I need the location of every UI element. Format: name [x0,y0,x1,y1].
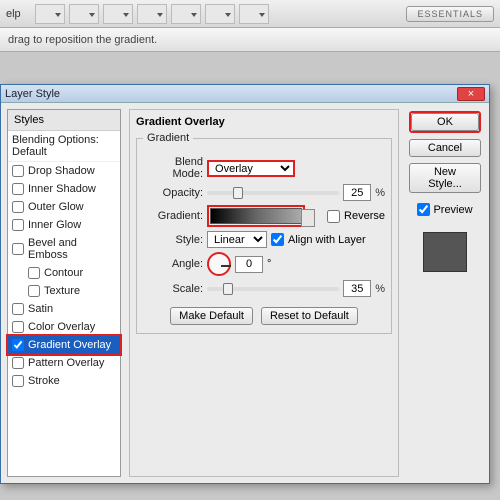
style-label: Style: [143,234,203,246]
dialog-title: Layer Style [5,88,457,100]
cancel-button[interactable]: Cancel [409,139,481,157]
style-color-overlay[interactable]: Color Overlay [8,318,120,336]
options-bar: drag to reposition the gradient. [0,28,500,52]
style-contour[interactable]: Contour [8,264,120,282]
checkbox-texture[interactable] [28,285,40,297]
toolbar-icon-7[interactable] [239,4,269,24]
gradient-label: Gradient: [143,210,203,222]
checkbox-contour[interactable] [28,267,40,279]
styles-list: Styles Blending Options: Default Drop Sh… [7,109,121,477]
toolbar-icon-4[interactable] [137,4,167,24]
gradient-group: Gradient Blend Mode: Overlay Opacity: % … [136,132,392,334]
checkbox-pattern-overlay[interactable] [12,357,24,369]
style-pattern-overlay[interactable]: Pattern Overlay [8,354,120,372]
scale-slider[interactable] [207,287,339,291]
checkbox-satin[interactable] [12,303,24,315]
toolbar-icon-3[interactable] [103,4,133,24]
reverse-label: Reverse [344,210,385,222]
style-drop-shadow[interactable]: Drop Shadow [8,162,120,180]
new-style-button[interactable]: New Style... [409,163,481,193]
style-outer-glow[interactable]: Outer Glow [8,198,120,216]
checkbox-color-overlay[interactable] [12,321,24,333]
close-icon[interactable]: × [457,87,485,101]
dialog-titlebar[interactable]: Layer Style × [1,85,489,103]
checkbox-inner-shadow[interactable] [12,183,24,195]
checkbox-gradient-overlay[interactable] [12,339,24,351]
checkbox-inner-glow[interactable] [12,219,24,231]
checkbox-stroke[interactable] [12,375,24,387]
preview-checkbox[interactable] [417,203,430,216]
checkbox-outer-glow[interactable] [12,201,24,213]
preview-swatch [423,232,467,272]
blend-mode-label: Blend Mode: [143,156,203,180]
checkbox-bevel[interactable] [12,243,24,255]
scale-unit: % [375,283,385,295]
style-satin[interactable]: Satin [8,300,120,318]
options-hint: drag to reposition the gradient. [8,34,157,46]
workspace-pill[interactable]: ESSENTIALS [406,6,494,22]
preview-label: Preview [433,204,472,216]
settings-panel: Gradient Overlay Gradient Blend Mode: Ov… [129,109,399,477]
angle-label: Angle: [143,258,203,270]
opacity-unit: % [375,187,385,199]
style-inner-shadow[interactable]: Inner Shadow [8,180,120,198]
toolbar-icon-6[interactable] [205,4,235,24]
style-stroke[interactable]: Stroke [8,372,120,390]
opacity-label: Opacity: [143,187,203,199]
align-label: Align with Layer [288,234,366,246]
layer-style-dialog: Layer Style × Styles Blending Options: D… [0,84,490,484]
app-menubar: elp ESSENTIALS [0,0,500,28]
styles-header[interactable]: Styles [8,110,120,131]
style-select[interactable]: Linear [207,231,267,248]
settings-heading: Gradient Overlay [136,116,392,128]
style-gradient-overlay[interactable]: Gradient Overlay [8,336,120,354]
style-bevel-emboss[interactable]: Bevel and Emboss [8,234,120,264]
style-texture[interactable]: Texture [8,282,120,300]
toolbar-icon-5[interactable] [171,4,201,24]
angle-input[interactable] [235,256,263,273]
dialog-right-column: OK Cancel New Style... Preview [407,109,483,477]
opacity-slider[interactable] [207,191,339,195]
style-inner-glow[interactable]: Inner Glow [8,216,120,234]
gradient-swatch[interactable] [210,208,302,224]
angle-unit: ° [267,258,271,270]
toolbar-icon-1[interactable] [35,4,65,24]
opacity-input[interactable] [343,184,371,201]
angle-dial[interactable] [207,252,231,276]
align-checkbox[interactable] [271,233,284,246]
make-default-button[interactable]: Make Default [170,307,253,325]
gradient-legend: Gradient [143,132,193,144]
menu-help[interactable]: elp [6,8,21,20]
reset-default-button[interactable]: Reset to Default [261,307,358,325]
ok-button[interactable]: OK [411,113,479,131]
scale-label: Scale: [143,283,203,295]
checkbox-drop-shadow[interactable] [12,165,24,177]
toolbar-icon-2[interactable] [69,4,99,24]
blend-mode-select[interactable]: Overlay [207,160,295,177]
blending-options[interactable]: Blending Options: Default [8,131,120,162]
scale-input[interactable] [343,280,371,297]
reverse-checkbox[interactable] [327,210,340,223]
